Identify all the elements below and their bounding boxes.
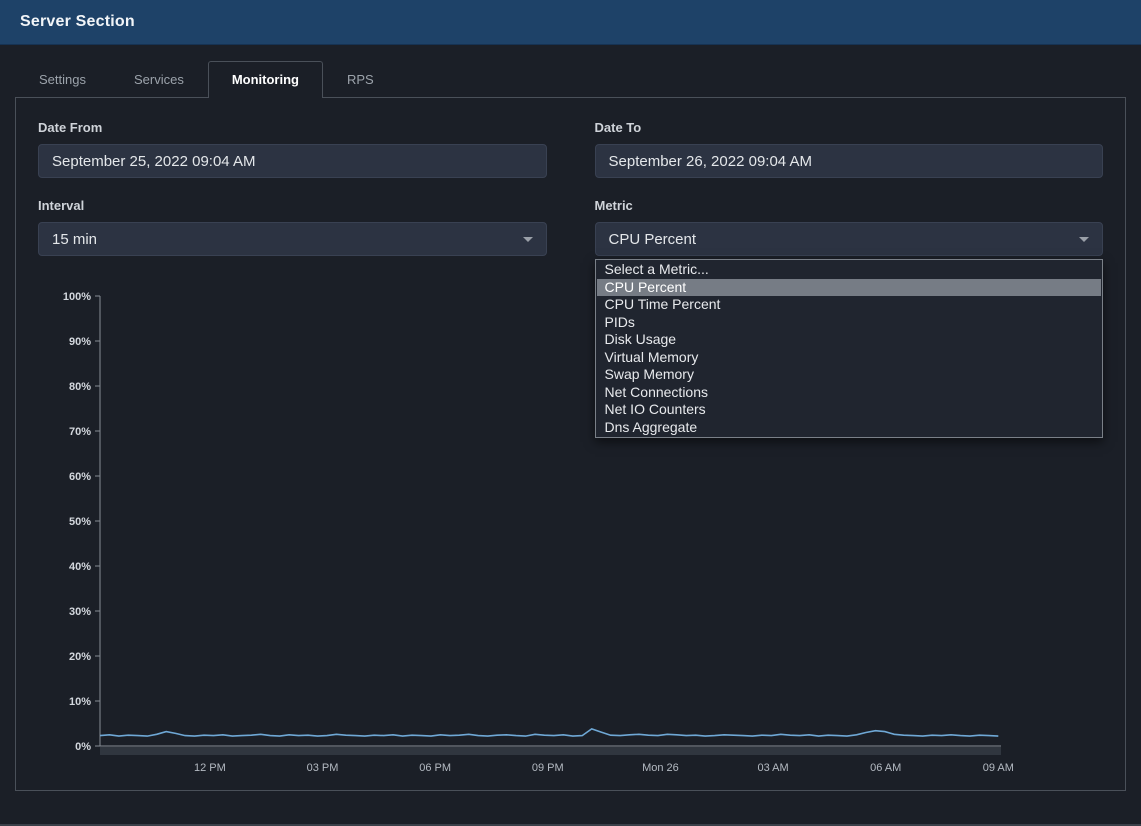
interval-select[interactable]: 15 min — [38, 222, 547, 256]
metric-option[interactable]: Disk Usage — [597, 331, 1102, 349]
date-to-input[interactable] — [595, 144, 1104, 178]
date-from-field: Date From — [38, 120, 547, 178]
date-from-input[interactable] — [38, 144, 547, 178]
tab-bar: SettingsServicesMonitoringRPS — [0, 61, 1141, 97]
metric-select[interactable]: CPU Percent — [595, 222, 1104, 256]
metric-select-value: CPU Percent — [609, 231, 697, 248]
metric-option[interactable]: Net IO Counters — [597, 401, 1102, 419]
svg-text:Mon 26: Mon 26 — [642, 762, 679, 772]
date-to-label: Date To — [595, 120, 1104, 135]
tab-monitoring[interactable]: Monitoring — [208, 61, 323, 98]
metric-option[interactable]: Dns Aggregate — [597, 419, 1102, 437]
page-title: Server Section — [20, 13, 135, 31]
svg-text:70%: 70% — [69, 426, 91, 438]
svg-text:03 PM: 03 PM — [307, 762, 339, 772]
monitoring-panel: Date From Date To Interval 15 min Metric… — [15, 97, 1126, 791]
svg-text:20%: 20% — [69, 651, 91, 663]
tab-settings[interactable]: Settings — [15, 61, 110, 98]
svg-text:09 PM: 09 PM — [532, 762, 564, 772]
metric-option[interactable]: CPU Time Percent — [597, 296, 1102, 314]
app-header: Server Section — [0, 0, 1141, 45]
metric-option[interactable]: CPU Percent — [597, 279, 1102, 297]
svg-text:80%: 80% — [69, 381, 91, 393]
metric-option[interactable]: PIDs — [597, 314, 1102, 332]
svg-text:06 AM: 06 AM — [870, 762, 901, 772]
svg-text:90%: 90% — [69, 336, 91, 348]
metric-field: Metric CPU Percent Select a Metric...CPU… — [595, 198, 1104, 256]
tab-services[interactable]: Services — [110, 61, 208, 98]
svg-text:50%: 50% — [69, 516, 91, 528]
svg-text:12 PM: 12 PM — [194, 762, 226, 772]
metric-option[interactable]: Select a Metric... — [597, 261, 1102, 279]
metric-option[interactable]: Net Connections — [597, 384, 1102, 402]
interval-field: Interval 15 min — [38, 198, 547, 256]
svg-text:30%: 30% — [69, 606, 91, 618]
svg-text:0%: 0% — [75, 741, 91, 753]
interval-select-value: 15 min — [52, 231, 97, 248]
date-to-field: Date To — [595, 120, 1104, 178]
metric-option[interactable]: Virtual Memory — [597, 349, 1102, 367]
svg-text:60%: 60% — [69, 471, 91, 483]
date-from-label: Date From — [38, 120, 547, 135]
chevron-down-icon — [523, 237, 533, 242]
metric-label: Metric — [595, 198, 1104, 213]
svg-text:10%: 10% — [69, 696, 91, 708]
filter-form: Date From Date To Interval 15 min Metric… — [38, 120, 1103, 256]
svg-text:09 AM: 09 AM — [983, 762, 1013, 772]
interval-label: Interval — [38, 198, 547, 213]
chevron-down-icon — [1079, 237, 1089, 242]
svg-text:03 AM: 03 AM — [757, 762, 788, 772]
tab-rps[interactable]: RPS — [323, 61, 398, 98]
svg-text:06 PM: 06 PM — [419, 762, 451, 772]
metric-option[interactable]: Swap Memory — [597, 366, 1102, 384]
svg-text:100%: 100% — [63, 291, 91, 303]
metric-dropdown-list: Select a Metric...CPU PercentCPU Time Pe… — [595, 259, 1104, 438]
svg-text:40%: 40% — [69, 561, 91, 573]
